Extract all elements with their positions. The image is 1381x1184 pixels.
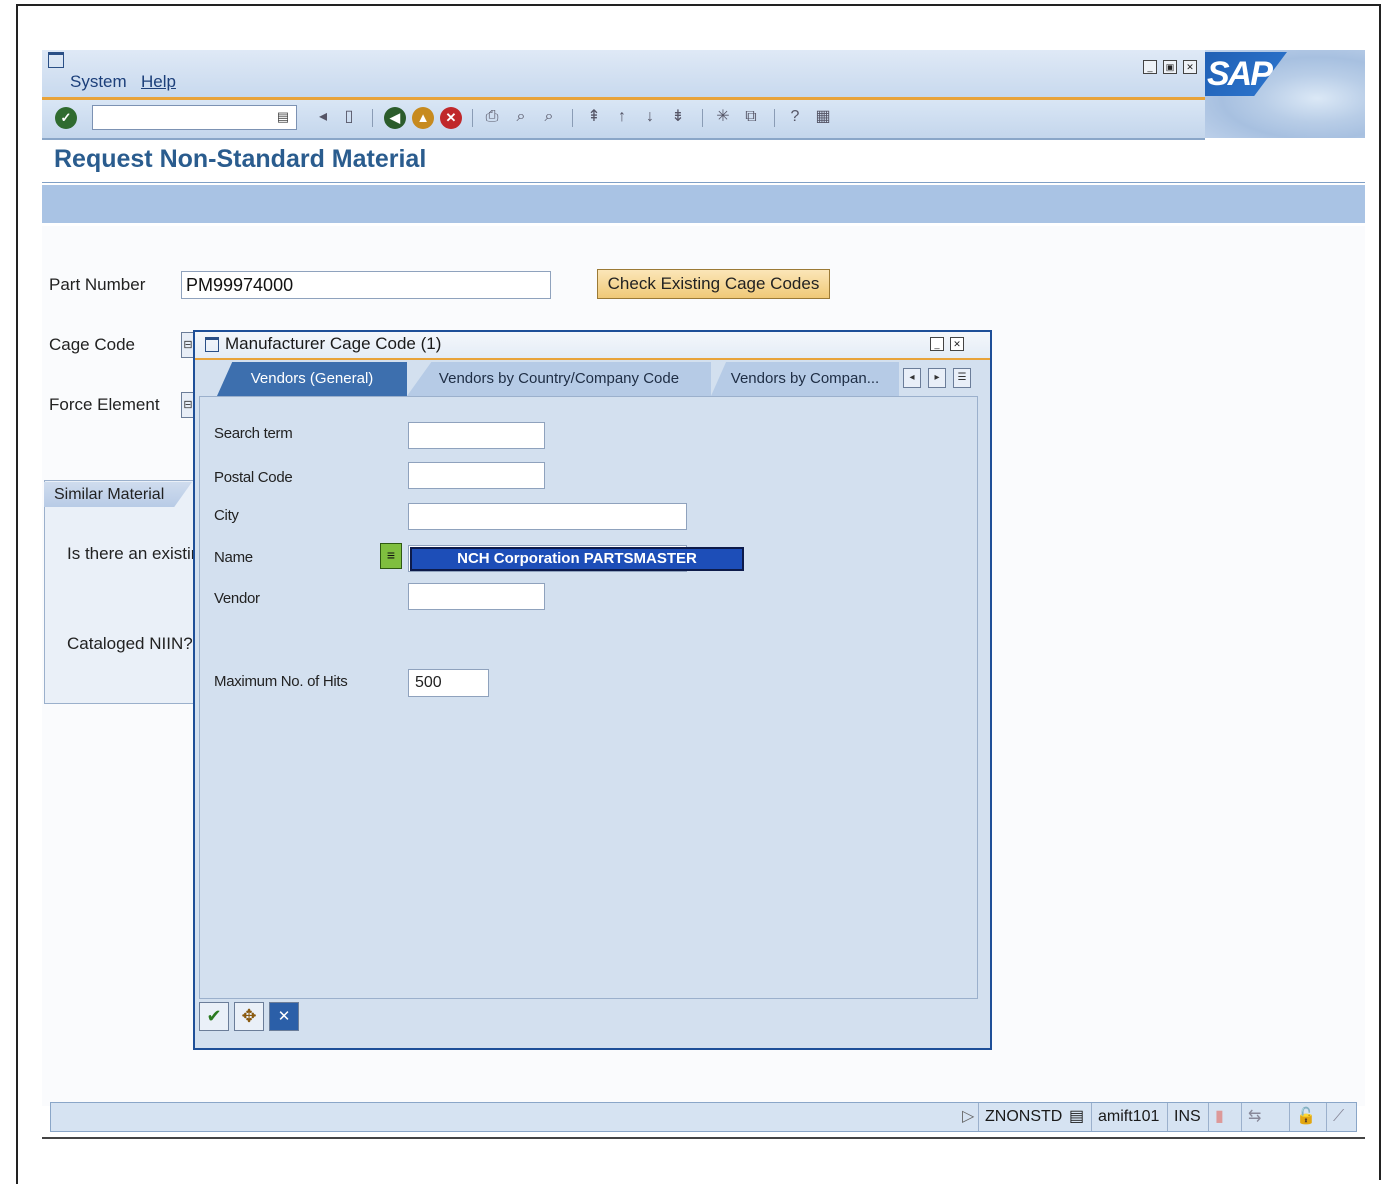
tab-content: Search term Postal Code City Name ≡ NCH …	[199, 396, 978, 999]
insert-mode[interactable]: INS	[1167, 1103, 1207, 1131]
resize-grip-icon[interactable]: ⟋	[1326, 1103, 1350, 1131]
save-icon[interactable]: ▯	[340, 107, 358, 127]
dialog-close-icon[interactable]: ✕	[950, 337, 964, 351]
tab-vendors-general[interactable]: Vendors (General)	[217, 362, 407, 396]
cataloged-niin-label: Cataloged NIIN?	[67, 634, 193, 653]
find-icon[interactable]: ⌕	[512, 107, 530, 127]
status-bar: ▷ ZNONSTD ▤ amift101 INS ▮ ⇆ 🔓 ⟋	[50, 1102, 1357, 1132]
first-page-icon[interactable]: ⇞	[585, 107, 603, 127]
postal-code-input[interactable]	[408, 462, 545, 489]
dialog-tabstrip: Vendors (General) Vendors by Country/Com…	[195, 362, 990, 396]
command-history-icon[interactable]: ▤	[275, 107, 291, 127]
dialog-title-bar: Manufacturer Cage Code (1) _ ✕	[195, 332, 990, 360]
search-term-label: Search term	[214, 425, 293, 442]
help-icon[interactable]: ?	[786, 107, 804, 127]
manufacturer-cage-code-dialog: Manufacturer Cage Code (1) _ ✕ Vendors (…	[193, 330, 992, 1050]
vendor-label: Vendor	[214, 590, 260, 607]
force-element-label: Force Element	[49, 395, 160, 414]
transaction-code: ZNONSTD	[978, 1103, 1068, 1131]
minimize-icon[interactable]: _	[1143, 60, 1157, 74]
exit-icon[interactable]: ▲	[412, 107, 434, 129]
cancel-icon[interactable]: ✕	[440, 107, 462, 129]
cage-code-label: Cage Code	[49, 335, 136, 354]
menu-system[interactable]: System	[70, 72, 127, 92]
connection-icon: ⇆	[1241, 1103, 1267, 1131]
bottom-divider	[42, 1137, 1365, 1139]
find-next-icon[interactable]: ⌕	[540, 107, 558, 127]
restore-icon[interactable]: ▣	[1163, 60, 1177, 74]
shortcut-icon[interactable]: ⧉	[742, 107, 760, 127]
part-number-input[interactable]: PM99974000	[181, 271, 551, 299]
tab-vendors-by-company[interactable]: Vendors by Compan...	[711, 362, 899, 396]
lock-icon[interactable]: 🔓	[1289, 1103, 1322, 1131]
back-arrow-icon[interactable]: ◂	[314, 107, 332, 127]
tab-list-icon[interactable]: ☰	[953, 368, 971, 388]
back-icon[interactable]: ◀	[384, 107, 406, 129]
user-name: amift101	[1091, 1103, 1165, 1131]
search-term-input[interactable]	[408, 422, 545, 449]
vendor-input[interactable]	[408, 583, 545, 610]
title-divider	[42, 182, 1365, 183]
tab-scroll-right-icon[interactable]: ▸	[928, 368, 946, 388]
close-icon[interactable]: ✕	[1183, 60, 1197, 74]
menu-bar: System Help _ ▣ ✕	[42, 50, 1365, 100]
layout-menu-icon[interactable]: ▦	[814, 107, 832, 127]
city-label: City	[214, 507, 239, 524]
continue-check-icon[interactable]: ✔	[199, 1002, 229, 1031]
similar-material-group	[44, 480, 196, 704]
next-page-icon[interactable]: ↓	[641, 107, 659, 127]
sap-logo-area: SAP	[1205, 50, 1365, 138]
toolbar-separator	[702, 109, 703, 127]
command-field[interactable]	[92, 105, 297, 130]
print-icon[interactable]: ⎙	[483, 107, 501, 127]
dialog-window-icon[interactable]	[205, 337, 219, 352]
enter-icon[interactable]: ✓	[55, 107, 77, 129]
window-menu-icon[interactable]	[48, 52, 64, 68]
page-title: Request Non-Standard Material	[54, 145, 427, 173]
toolbar-separator	[472, 109, 473, 127]
cancel-dialog-icon[interactable]: ✕	[269, 1002, 299, 1031]
name-suggestion-popup[interactable]: NCH Corporation PARTSMASTER	[410, 547, 744, 571]
dialog-minimize-icon[interactable]: _	[930, 337, 944, 351]
similar-material-tab[interactable]: Similar Material	[44, 482, 192, 507]
toolbar-separator	[372, 109, 373, 127]
previous-page-icon[interactable]: ↑	[613, 107, 631, 127]
status-indicator-icon: ▮	[1208, 1103, 1230, 1131]
multiple-selection-icon[interactable]: ✥	[234, 1002, 264, 1031]
part-number-label: Part Number	[49, 275, 146, 294]
toolbar-separator	[774, 109, 775, 127]
dialog-title: Manufacturer Cage Code (1)	[225, 334, 442, 353]
max-hits-input[interactable]: 500	[408, 669, 489, 697]
sap-logo: SAP	[1205, 52, 1287, 96]
standard-toolbar: ✓ ▤ ◂ ▯ ◀ ▲ ✕ ⎙ ⌕ ⌕ ⇞ ↑ ↓ ⇟ ✳ ⧉ ? ▦	[42, 100, 1205, 140]
name-label: Name	[214, 549, 253, 566]
max-hits-label: Maximum No. of Hits	[214, 673, 348, 690]
toolbar-separator	[572, 109, 573, 127]
existing-question-label: Is there an existin	[67, 544, 201, 563]
last-page-icon[interactable]: ⇟	[669, 107, 687, 127]
name-selection-icon[interactable]: ≡	[380, 543, 402, 569]
menu-help[interactable]: Help	[141, 72, 176, 92]
application-toolbar	[42, 185, 1365, 223]
tab-scroll-left-icon[interactable]: ◂	[903, 368, 921, 388]
new-session-icon[interactable]: ✳	[714, 107, 732, 127]
city-input[interactable]	[408, 503, 687, 530]
check-existing-cage-codes-button[interactable]: Check Existing Cage Codes	[597, 269, 830, 299]
status-expand-icon[interactable]: ▷	[956, 1103, 980, 1131]
system-info-icon[interactable]: ▤	[1063, 1103, 1090, 1131]
postal-code-label: Postal Code	[214, 469, 293, 486]
tab-vendors-by-country[interactable]: Vendors by Country/Company Code	[407, 362, 711, 396]
